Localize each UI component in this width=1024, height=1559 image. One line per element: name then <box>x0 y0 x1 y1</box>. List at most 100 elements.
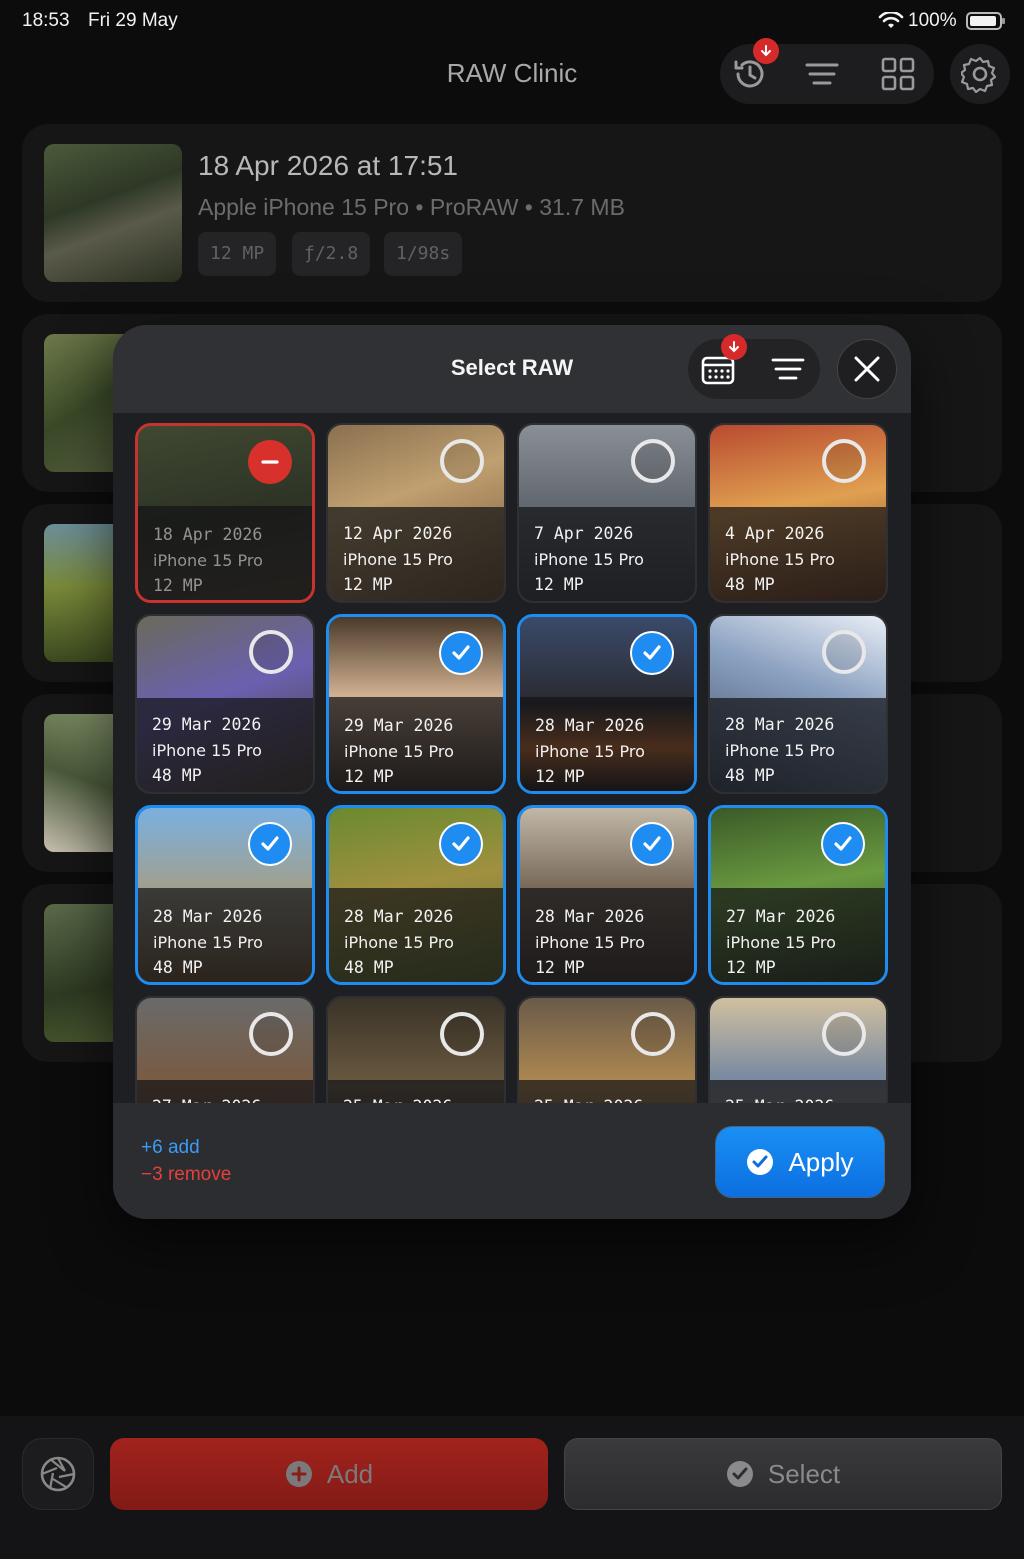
minus-icon[interactable] <box>248 440 292 484</box>
tile-date: 28 Mar 2026 <box>535 907 645 926</box>
tile-info: 29 Mar 2026 iPhone 15 Pro 12 MP <box>344 713 454 790</box>
tile-info: 25 Mar 2026 <box>534 1094 643 1103</box>
add-count-label: +6 add <box>141 1137 200 1158</box>
raw-photo-tile[interactable]: 28 Mar 2026 iPhone 15 Pro 12 MP <box>517 614 697 794</box>
photo-list-item[interactable]: 18 Apr 2026 at 17:51 Apple iPhone 15 Pro… <box>22 124 1002 302</box>
tile-info: 27 Mar 2026 <box>152 1094 261 1103</box>
tile-model: iPhone 15 Pro <box>535 932 645 952</box>
raw-photo-tile[interactable]: 28 Mar 2026 iPhone 15 Pro 48 MP <box>708 614 888 794</box>
select-raw-sheet: Select RAW 18 Apr 2026 iPhone 15 Pro 12 MP… <box>113 325 911 1219</box>
raw-photo-tile[interactable]: 29 Mar 2026 iPhone 15 Pro 48 MP <box>135 614 315 794</box>
checkmark-icon[interactable] <box>821 822 865 866</box>
tile-model: iPhone 15 Pro <box>725 740 835 760</box>
tile-info: 28 Mar 2026 iPhone 15 Pro 48 MP <box>344 904 454 981</box>
grid-view-button[interactable] <box>868 44 928 104</box>
status-date: Fri 29 May <box>88 10 178 31</box>
selection-circle-icon[interactable] <box>822 1012 866 1056</box>
sheet-footer: +6 add −3 remove Apply <box>113 1103 911 1219</box>
selection-circle-icon[interactable] <box>822 630 866 674</box>
tile-info: 18 Apr 2026 iPhone 15 Pro 12 MP <box>153 522 263 599</box>
plus-circle-icon <box>285 1461 312 1487</box>
tile-info: 28 Mar 2026 iPhone 15 Pro 48 MP <box>725 712 835 789</box>
tile-date: 28 Mar 2026 <box>153 907 263 926</box>
tile-megapixels: 12 MP <box>535 767 585 786</box>
checkmark-circle-icon <box>747 1149 774 1175</box>
remove-count-label: −3 remove <box>141 1164 232 1185</box>
raw-photo-grid[interactable]: 18 Apr 2026 iPhone 15 Pro 12 MP 12 Apr 2026… <box>113 413 911 1103</box>
tile-model: iPhone 15 Pro <box>152 740 262 760</box>
tile-model: iPhone 15 Pro <box>535 741 645 761</box>
aperture-icon <box>40 1456 76 1492</box>
selection-circle-icon[interactable] <box>249 1012 293 1056</box>
raw-photo-tile[interactable]: 4 Apr 2026 iPhone 15 Pro 48 MP <box>708 423 888 603</box>
selection-circle-icon[interactable] <box>631 1012 675 1056</box>
camera-button[interactable] <box>22 1438 94 1510</box>
shutter-chip: 1/98s <box>384 232 463 276</box>
apply-button[interactable]: Apply <box>716 1127 884 1197</box>
selection-circle-icon[interactable] <box>631 439 675 483</box>
status-time: 18:53 <box>22 10 70 31</box>
aperture-chip: ƒ/2.8 <box>292 232 371 276</box>
bottom-bar: Add Select <box>0 1416 1024 1559</box>
battery-icon <box>966 12 1005 30</box>
tile-date: 29 Mar 2026 <box>344 716 454 735</box>
checkmark-icon[interactable] <box>439 631 483 675</box>
tile-megapixels: 12 MP <box>534 575 584 594</box>
raw-photo-tile[interactable]: 18 Apr 2026 iPhone 15 Pro 12 MP <box>135 423 315 603</box>
raw-photo-tile[interactable]: 7 Apr 2026 iPhone 15 Pro 12 MP <box>517 423 697 603</box>
raw-photo-tile[interactable]: 29 Mar 2026 iPhone 15 Pro 12 MP <box>326 614 506 794</box>
date-filter-button[interactable] <box>688 334 748 399</box>
gear-icon <box>961 56 997 93</box>
tile-megapixels: 48 MP <box>725 575 775 594</box>
tile-date: 27 Mar 2026 <box>152 1094 261 1103</box>
selection-circle-icon[interactable] <box>822 439 866 483</box>
raw-photo-tile[interactable]: 28 Mar 2026 iPhone 15 Pro 48 MP <box>135 805 315 985</box>
tile-date: 12 Apr 2026 <box>343 524 453 543</box>
tile-megapixels: 48 MP <box>344 958 394 977</box>
raw-photo-tile[interactable]: 28 Mar 2026 iPhone 15 Pro 12 MP <box>517 805 697 985</box>
tile-model: iPhone 15 Pro <box>343 549 453 569</box>
selection-circle-icon[interactable] <box>440 1012 484 1056</box>
tile-info: 28 Mar 2026 iPhone 15 Pro 12 MP <box>535 904 645 981</box>
tile-info: 28 Mar 2026 iPhone 15 Pro 48 MP <box>153 904 263 981</box>
raw-photo-tile[interactable]: 25 Mar 2026 <box>326 996 506 1103</box>
close-button[interactable] <box>837 339 897 399</box>
tile-megapixels: 48 MP <box>152 766 202 785</box>
close-icon <box>854 356 880 382</box>
settings-button[interactable] <box>950 44 1010 104</box>
raw-photo-tile[interactable]: 12 Apr 2026 iPhone 15 Pro 12 MP <box>326 423 506 603</box>
tile-megapixels: 12 MP <box>535 958 585 977</box>
battery-percent: 100% <box>908 10 957 31</box>
tile-date: 4 Apr 2026 <box>725 524 825 543</box>
add-button[interactable]: Add <box>110 1438 548 1510</box>
selection-circle-icon[interactable] <box>440 439 484 483</box>
tile-date: 28 Mar 2026 <box>344 907 454 926</box>
sheet-header: Select RAW <box>113 325 911 413</box>
history-button[interactable] <box>720 38 780 104</box>
tile-date: 25 Mar 2026 <box>534 1094 643 1103</box>
checkmark-icon[interactable] <box>630 822 674 866</box>
tile-megapixels: 12 MP <box>726 958 776 977</box>
tile-info: 12 Apr 2026 iPhone 15 Pro 12 MP <box>343 521 453 598</box>
tile-date: 7 Apr 2026 <box>534 524 634 543</box>
checkmark-icon[interactable] <box>630 631 674 675</box>
raw-photo-tile[interactable]: 25 Mar 2026 <box>517 996 697 1103</box>
sort-button[interactable] <box>792 44 852 104</box>
checkmark-icon[interactable] <box>248 822 292 866</box>
sort-icon <box>805 63 839 85</box>
select-button[interactable]: Select <box>564 1438 1002 1510</box>
tile-date: 25 Mar 2026 <box>343 1094 452 1103</box>
raw-photo-tile[interactable]: 27 Mar 2026 <box>135 996 315 1103</box>
raw-photo-tile[interactable]: 27 Mar 2026 iPhone 15 Pro 12 MP <box>708 805 888 985</box>
raw-photo-tile[interactable]: 28 Mar 2026 iPhone 15 Pro 48 MP <box>326 805 506 985</box>
sheet-sort-button[interactable] <box>758 339 818 399</box>
checkmark-icon[interactable] <box>439 822 483 866</box>
tile-megapixels: 48 MP <box>153 958 203 977</box>
tile-info: 25 Mar 2026 <box>343 1094 452 1103</box>
tile-info: 4 Apr 2026 iPhone 15 Pro 48 MP <box>725 521 835 598</box>
raw-photo-tile[interactable]: 25 Mar 2026 <box>708 996 888 1103</box>
tile-model: iPhone 15 Pro <box>153 550 263 570</box>
selection-circle-icon[interactable] <box>249 630 293 674</box>
apply-label: Apply <box>788 1146 854 1177</box>
tile-megapixels: 12 MP <box>153 576 203 595</box>
